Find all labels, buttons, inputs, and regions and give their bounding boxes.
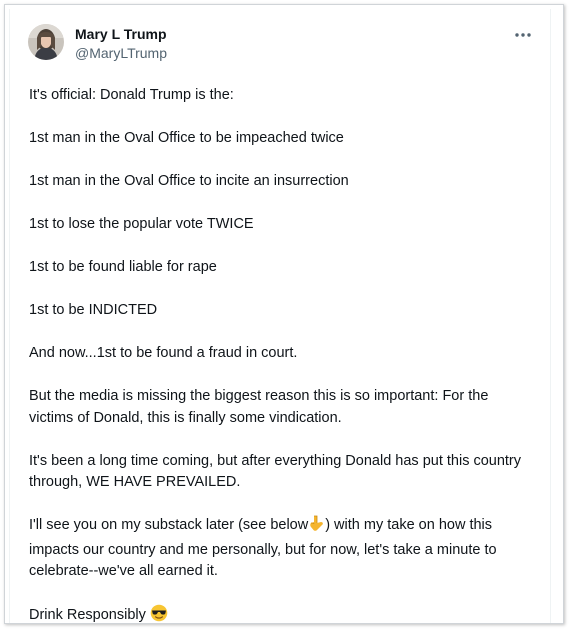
- avatar[interactable]: [28, 24, 64, 60]
- tweet-paragraph: 1st to be INDICTED: [29, 302, 158, 318]
- tweet-paragraph: It's been a long time coming, but after …: [29, 452, 522, 491]
- tweet-paragraph: 1st to lose the popular vote TWICE: [29, 216, 254, 232]
- tweet-paragraph: 1st man in the Oval Office to be impeach…: [29, 130, 344, 146]
- tweet-paragraph-substack: I'll see you on my substack later (see b…: [29, 515, 534, 583]
- display-name[interactable]: Mary L Trump: [75, 26, 167, 43]
- tweet-paragraph: It's official: Donald Trump is the:: [29, 87, 234, 103]
- user-handle[interactable]: @MaryLTrump: [75, 45, 167, 62]
- tweet-paragraph: 1st to be found liable for rape: [29, 259, 217, 275]
- more-options-icon[interactable]: [512, 27, 534, 43]
- author-block: Mary L Trump @MaryLTrump: [75, 26, 167, 62]
- sunglasses-face-icon: [150, 604, 168, 623]
- tweet-paragraph-closing: Drink Responsibly: [29, 604, 534, 623]
- tweet-card: Mary L Trump @MaryLTrump It's official: …: [9, 9, 551, 623]
- tweet-paragraph: And now...1st to be found a fraud in cou…: [29, 345, 298, 361]
- substack-text-start: I'll see you on my substack later (see b…: [29, 517, 309, 533]
- closing-text: Drink Responsibly: [29, 607, 146, 623]
- pointing-down-icon: [308, 515, 325, 540]
- tweet-paragraph: But the media is missing the biggest rea…: [29, 388, 489, 426]
- tweet-text: It's official: Donald Trump is the: 1st …: [29, 85, 534, 623]
- tweet-paragraph: 1st man in the Oval Office to incite an …: [29, 173, 349, 189]
- window-frame: Mary L Trump @MaryLTrump It's official: …: [4, 4, 564, 624]
- tweet-header: Mary L Trump @MaryLTrump: [28, 24, 536, 64]
